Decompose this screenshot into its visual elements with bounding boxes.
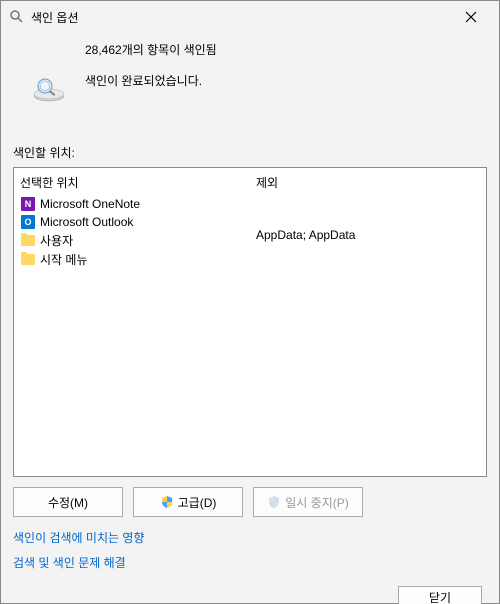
advanced-label: 고급(D) xyxy=(178,494,217,511)
close-dialog-button[interactable]: 닫기 xyxy=(398,586,482,604)
location-label: Microsoft Outlook xyxy=(40,215,133,229)
exclude-value xyxy=(256,195,480,211)
location-label: 시작 메뉴 xyxy=(40,251,88,268)
list-item[interactable]: N Microsoft OneNote xyxy=(20,195,244,213)
indexed-count: 28,462개의 항목이 색인됨 xyxy=(85,41,487,58)
modify-label: 수정(M) xyxy=(48,494,88,511)
shield-icon xyxy=(160,495,174,509)
indexing-status-icon xyxy=(13,70,85,106)
pause-label: 일시 중지(P) xyxy=(285,494,349,511)
close-label: 닫기 xyxy=(429,591,451,604)
list-item[interactable]: 사용자 xyxy=(20,231,244,250)
index-locations-label: 색인할 위치: xyxy=(13,144,487,161)
onenote-icon: N xyxy=(20,196,36,212)
location-label: 사용자 xyxy=(40,232,73,249)
locations-list: 선택한 위치 N Microsoft OneNote O Microsoft O… xyxy=(13,167,487,477)
list-item[interactable]: 시작 메뉴 xyxy=(20,250,244,269)
titlebar: 색인 옵션 xyxy=(1,1,499,33)
advanced-button[interactable]: 고급(D) xyxy=(133,487,243,517)
exclude-value: AppData; AppData xyxy=(256,227,480,243)
impact-link[interactable]: 색인이 검색에 미치는 영향 xyxy=(13,529,487,546)
close-button[interactable] xyxy=(451,3,491,31)
folder-icon xyxy=(20,233,36,249)
indexing-complete-text: 색인이 완료되었습니다. xyxy=(85,72,487,89)
outlook-icon: O xyxy=(20,214,36,230)
shield-icon xyxy=(267,495,281,509)
list-item[interactable]: O Microsoft Outlook xyxy=(20,213,244,231)
window-title: 색인 옵션 xyxy=(31,9,451,26)
modify-button[interactable]: 수정(M) xyxy=(13,487,123,517)
search-options-icon xyxy=(9,9,25,25)
exclude-value xyxy=(256,211,480,227)
location-label: Microsoft OneNote xyxy=(40,197,140,211)
exclude-header: 제외 xyxy=(256,172,480,195)
folder-icon xyxy=(20,252,36,268)
troubleshoot-link[interactable]: 검색 및 색인 문제 해결 xyxy=(13,554,487,571)
pause-button[interactable]: 일시 중지(P) xyxy=(253,487,363,517)
exclude-value xyxy=(256,243,480,259)
selected-locations-header: 선택한 위치 xyxy=(20,172,244,195)
